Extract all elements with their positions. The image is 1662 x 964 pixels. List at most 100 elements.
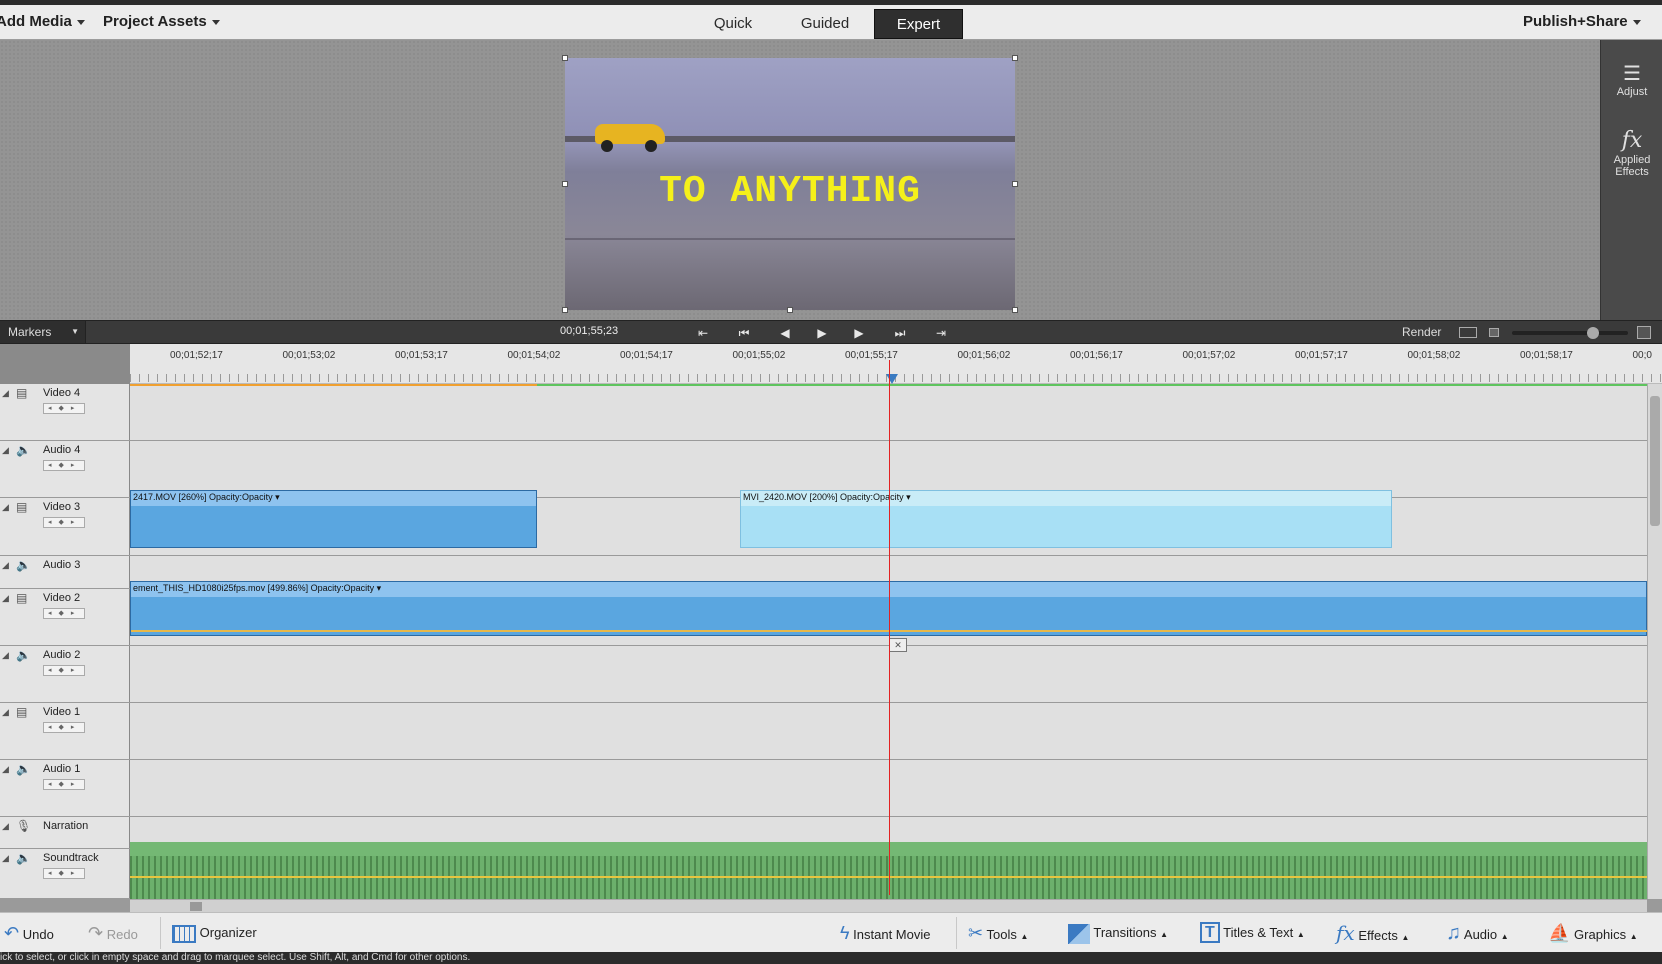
keyframe-controls[interactable]: ◂◆▸ [43,868,85,879]
tab-quick[interactable]: Quick [697,9,769,39]
graphics-button[interactable]: ⛵ Graphics ▲ [1548,923,1638,943]
vertical-scrollbar[interactable] [1647,384,1662,899]
goto-start-icon[interactable]: ⇤ [694,324,712,342]
collapse-arrow-icon[interactable]: ◢ [2,821,9,832]
scrollbar-thumb[interactable] [190,902,202,911]
keyframe-controls[interactable]: ◂◆▸ [43,608,85,619]
track-name: Audio 1 [43,763,81,775]
timeline-ruler[interactable]: 00;01;52;17 00;01;53;02 00;01;53;17 00;01;5… [130,344,1662,384]
keyframe-controls[interactable]: ◂◆▸ [43,722,85,733]
transitions-button[interactable]: Transitions ▲ [1068,923,1168,944]
publish-share-menu[interactable]: Publish+Share [1523,13,1641,30]
instant-movie-button[interactable]: ϟ Instant Movie [840,923,930,943]
effects-button[interactable]: fx Effects ▲ [1336,923,1409,943]
effects-label: Effects [1615,166,1649,178]
track-name: Video 1 [43,706,81,718]
organizer-button[interactable]: Organizer [172,923,257,943]
resize-handle[interactable] [787,307,793,313]
scrollbar-thumb[interactable] [1650,396,1660,526]
collapse-arrow-icon[interactable]: ◢ [2,853,9,864]
audio-button[interactable]: ♫ Audio ▲ [1446,923,1509,943]
keyframe-controls[interactable]: ◂◆▸ [43,460,85,471]
transition-icon[interactable]: ✕ [889,638,907,652]
microphone-icon[interactable]: 🎙 [16,819,31,833]
resize-handle[interactable] [562,307,568,313]
titles-text-button[interactable]: T Titles & Text ▲ [1200,922,1305,943]
resize-handle[interactable] [1012,55,1018,61]
ruler-tick-label: 00;01;55;02 [732,350,786,361]
collapse-arrow-icon[interactable]: ◢ [2,650,9,661]
applied-effects-button[interactable]: fx Applied Effects [1601,128,1662,178]
step-back-icon[interactable]: ◀ [776,324,794,342]
track-header[interactable]: ◢ 🔈 Audio 2 ◂◆▸ [0,646,130,703]
resize-handle[interactable] [562,55,568,61]
collapse-arrow-icon[interactable]: ◢ [2,388,9,399]
speaker-icon[interactable]: 🔈 [16,648,31,662]
resize-handle[interactable] [1012,181,1018,187]
track-header[interactable]: ◢ 🎙 Narration [0,817,130,849]
ruler-tick-label: 00;0 [1632,350,1652,361]
track-header[interactable]: ◢ ▤ Video 2 ◂◆▸ [0,589,130,646]
video-preview-frame[interactable]: TO ANYTHING [565,58,1015,310]
keyframe-controls[interactable]: ◂◆▸ [43,403,85,414]
playhead-line[interactable] [889,360,890,895]
track-header[interactable]: ◢ 🔈 Audio 3 [0,556,130,589]
next-edit-icon[interactable]: ⏭ [891,324,909,342]
speaker-icon[interactable]: 🔈 [16,558,31,572]
film-icon[interactable]: ▤ [16,386,27,400]
undo-button[interactable]: ↶ Undo [4,923,54,943]
speaker-icon[interactable]: 🔈 [16,762,31,776]
speaker-icon[interactable]: 🔈 [16,443,31,457]
project-assets-menu[interactable]: Project Assets [103,13,220,30]
keyframe-controls[interactable]: ◂◆▸ [43,517,85,528]
tab-guided[interactable]: Guided [786,9,864,39]
collapse-arrow-icon[interactable]: ◢ [2,502,9,513]
keyframe-controls[interactable]: ◂◆▸ [43,665,85,676]
redo-button[interactable]: ↷ Redo [88,923,138,943]
chevron-up-icon: ▲ [1629,932,1638,941]
step-forward-icon[interactable]: ▶ [850,324,868,342]
work-area-bar [130,384,537,386]
keyframe-controls[interactable]: ◂◆▸ [43,779,85,790]
track-header[interactable]: ◢ 🔈 Audio 4 ◂◆▸ [0,441,130,498]
collapse-arrow-icon[interactable]: ◢ [2,560,9,571]
resize-handle[interactable] [1012,307,1018,313]
track-name: Audio 2 [43,649,81,661]
film-icon[interactable]: ▤ [16,705,27,719]
redo-icon: ↷ [88,923,104,943]
adjust-button[interactable]: ☰ Adjust [1601,62,1662,98]
film-icon[interactable]: ▤ [16,500,27,514]
zoom-in-icon[interactable] [1637,326,1651,339]
collapse-arrow-icon[interactable]: ◢ [2,593,9,604]
zoom-slider[interactable] [1512,331,1628,335]
film-icon[interactable]: ▤ [16,591,27,605]
zoom-slider-thumb[interactable] [1587,327,1599,339]
clip-video3-b[interactable]: MVI_2420.MOV [200%] Opacity:Opacity ▾ [740,490,1392,548]
add-media-menu[interactable]: Add Media [0,13,85,30]
markers-dropdown[interactable]: Markers ▼ [0,321,86,343]
track-header[interactable]: ◢ ▤ Video 1 ◂◆▸ [0,703,130,760]
fit-timeline-icon[interactable] [1459,327,1477,338]
titles-icon: T [1200,922,1220,943]
play-icon[interactable]: ▶ [813,324,831,342]
collapse-arrow-icon[interactable]: ◢ [2,707,9,718]
collapse-arrow-icon[interactable]: ◢ [2,445,9,456]
goto-end-icon[interactable]: ⇥ [932,324,950,342]
zoom-out-icon[interactable] [1489,328,1499,337]
tab-expert[interactable]: Expert [874,9,963,39]
previous-edit-icon[interactable]: ⏮ [735,324,753,342]
track-header[interactable]: ◢ ▤ Video 4 ◂◆▸ [0,384,130,441]
resize-handle[interactable] [562,181,568,187]
speaker-icon[interactable]: 🔈 [16,851,31,865]
clip-video3-a[interactable]: 2417.MOV [260%] Opacity:Opacity ▾ [130,490,537,548]
collapse-arrow-icon[interactable]: ◢ [2,764,9,775]
track-header[interactable]: ◢ 🔈 Soundtrack ◂◆▸ [0,849,130,899]
title-overlay-text[interactable]: TO ANYTHING [565,170,1015,213]
organizer-label: Organizer [199,925,257,940]
horizontal-scrollbar[interactable] [130,899,1647,912]
track-header[interactable]: ◢ 🔈 Audio 1 ◂◆▸ [0,760,130,817]
render-button[interactable]: Render [1402,325,1441,339]
track-header[interactable]: ◢ ▤ Video 3 ◂◆▸ [0,498,130,556]
current-timecode[interactable]: 00;01;55;23 [560,325,618,337]
tools-button[interactable]: ✂ Tools ▲ [968,923,1028,943]
